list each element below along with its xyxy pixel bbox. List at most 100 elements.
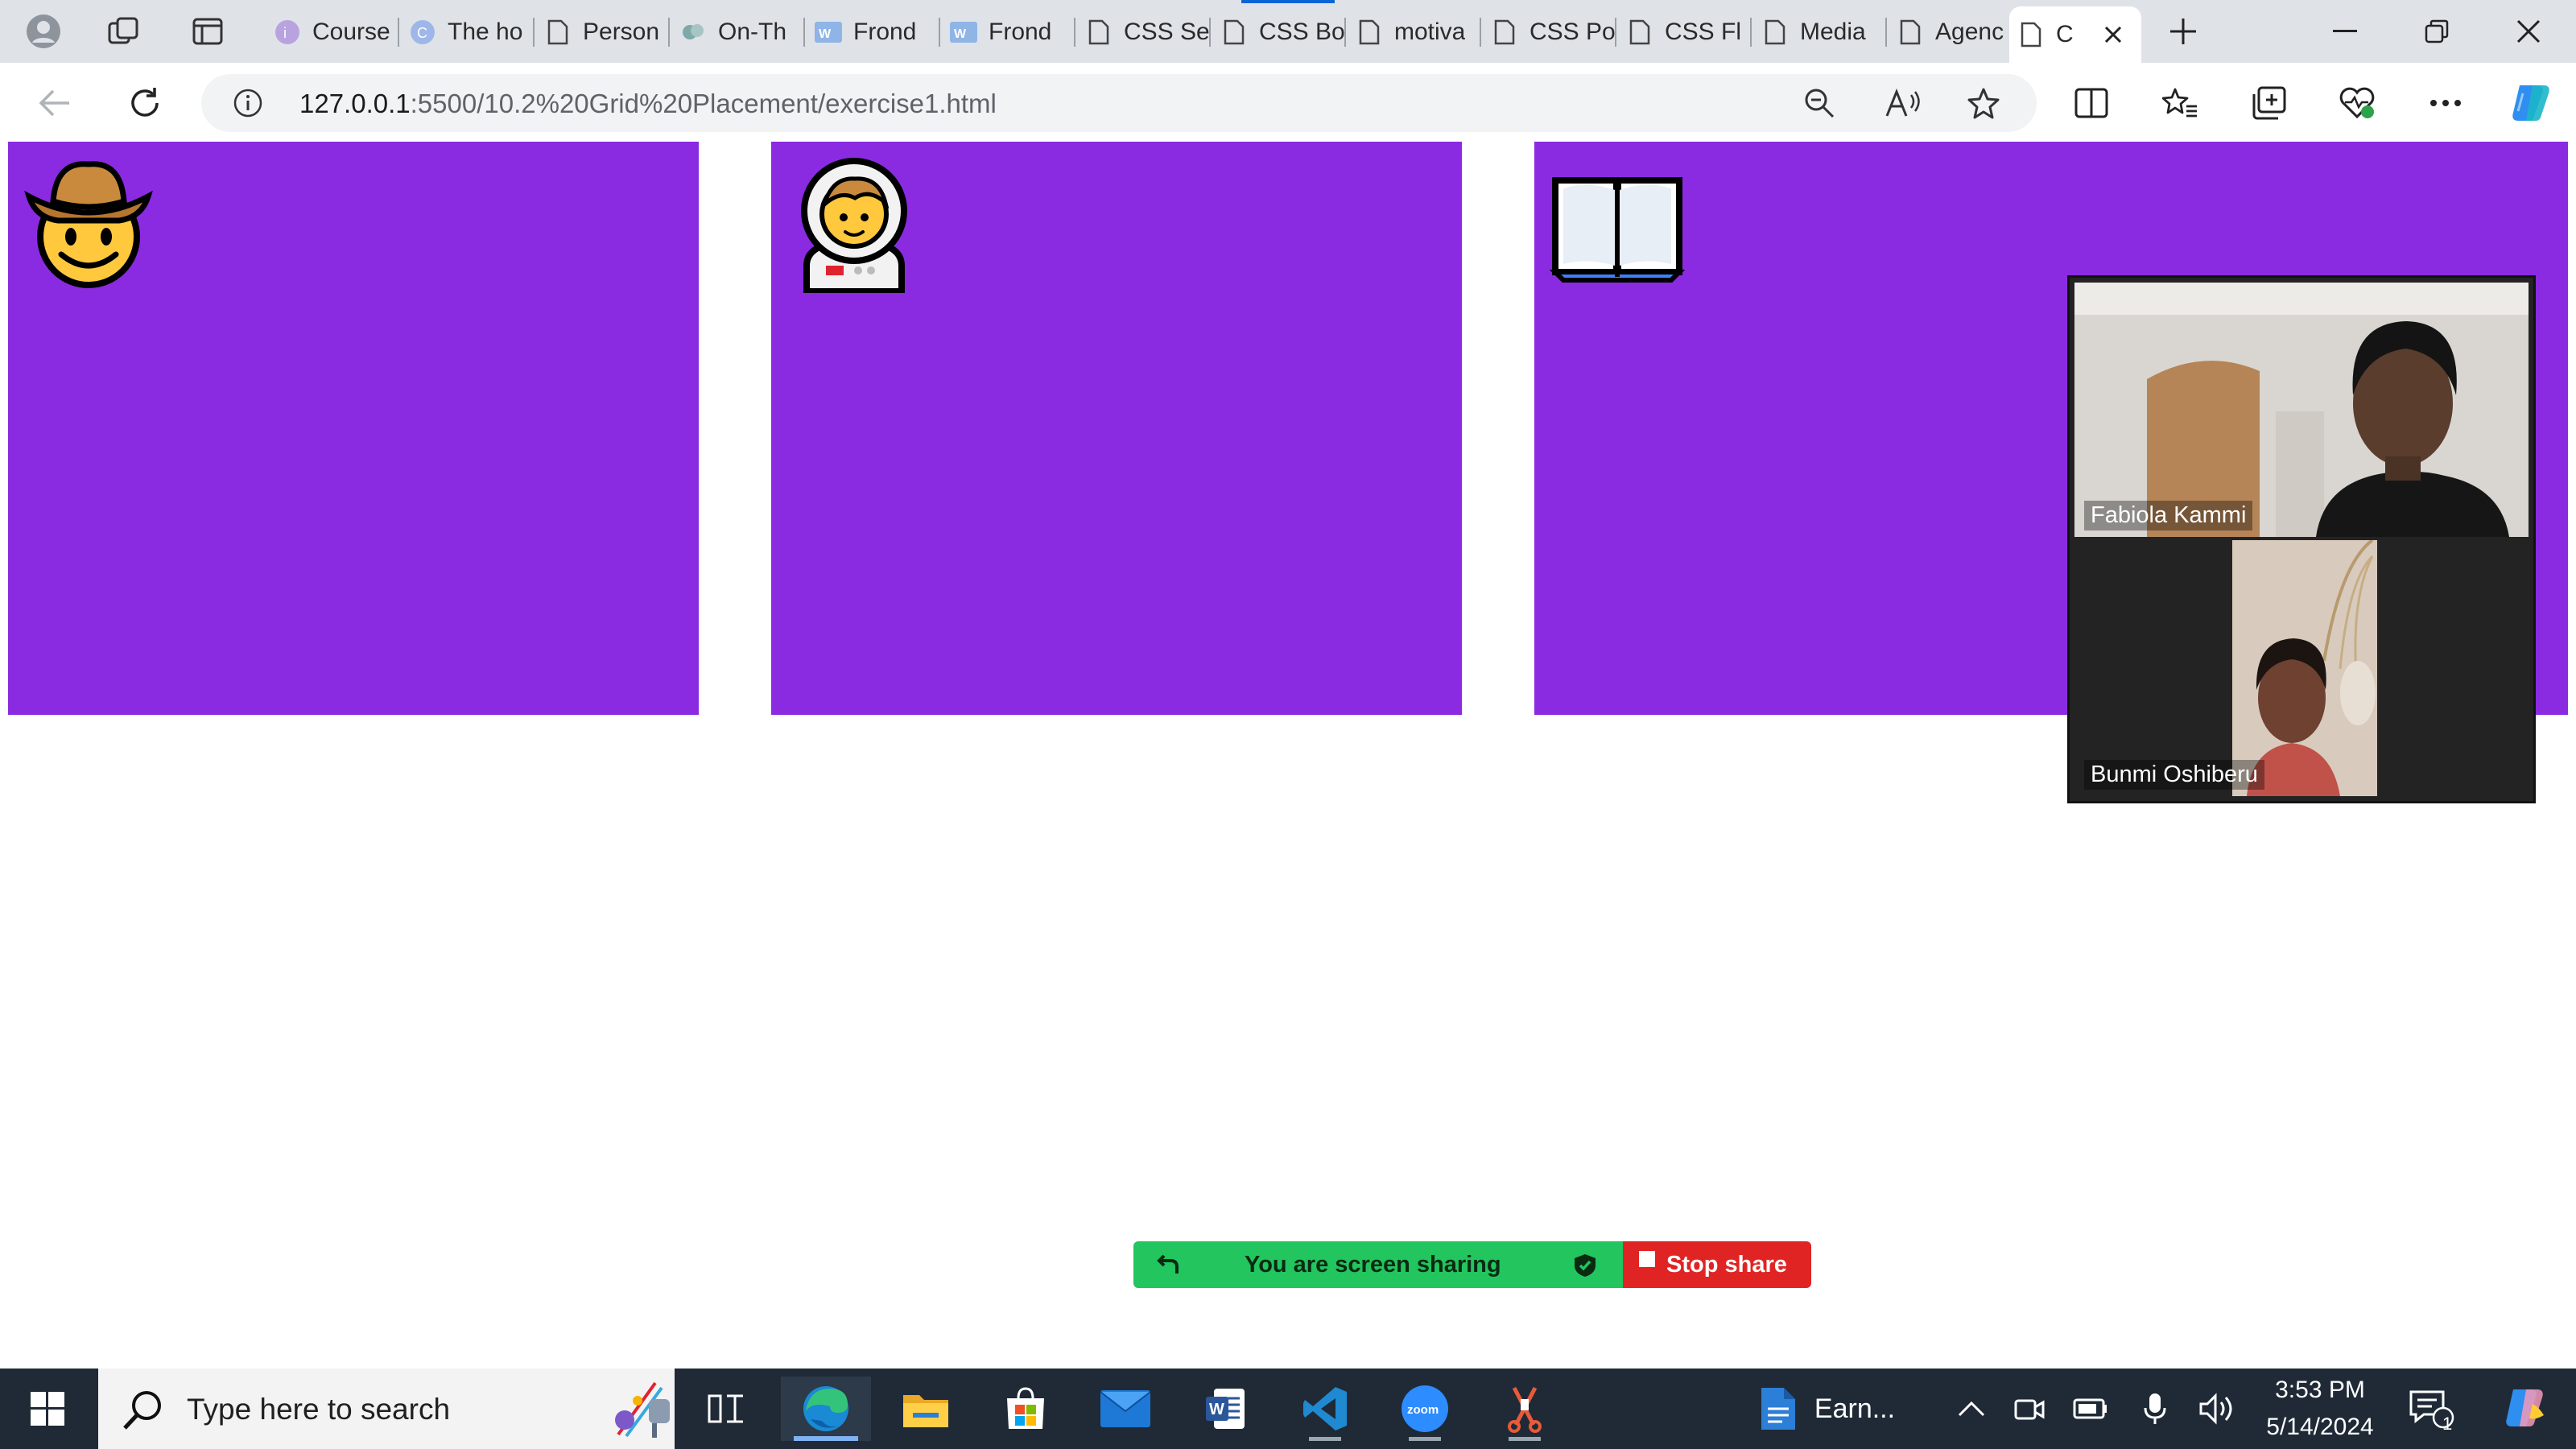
screen-share-bar[interactable]: You are screen sharing Stop share — [1133, 1241, 1811, 1288]
tab-label: On-Th — [718, 19, 787, 45]
tab-separator — [1480, 18, 1481, 47]
word-taskbar-icon[interactable]: W — [1180, 1377, 1270, 1441]
zoom-icon[interactable]: zoom — [1380, 1377, 1470, 1441]
tab-separator — [668, 18, 670, 47]
collections-icon[interactable] — [2246, 80, 2291, 126]
clock-date[interactable]: 5/14/2024 — [2254, 1414, 2386, 1441]
app-icon — [679, 19, 707, 46]
more-menu-icon[interactable] — [2423, 80, 2468, 126]
close-window-icon[interactable] — [2484, 8, 2573, 55]
vscode-icon[interactable] — [1280, 1377, 1370, 1441]
document-icon — [1761, 1388, 1795, 1430]
vertical-tabs-icon[interactable] — [184, 8, 232, 55]
svg-text:W: W — [819, 27, 832, 41]
task-view-icon[interactable] — [681, 1377, 771, 1441]
page-icon — [1085, 19, 1113, 46]
site-info-icon[interactable] — [233, 89, 262, 118]
zoom-out-icon[interactable] — [1802, 87, 1837, 119]
tab-css-fl[interactable]: CSS Fl — [1618, 6, 1752, 58]
file-explorer-icon[interactable] — [881, 1377, 971, 1441]
search-icon — [123, 1391, 161, 1430]
volume-icon[interactable] — [2188, 1377, 2248, 1441]
stop-share-button[interactable]: Stop share — [1623, 1241, 1811, 1288]
minimize-icon[interactable] — [2301, 8, 2389, 55]
taskbar-search[interactable]: Type here to search — [98, 1368, 675, 1449]
svg-text:W: W — [1209, 1401, 1224, 1418]
drag-handle-icon[interactable] — [1156, 1253, 1180, 1277]
tab-course[interactable]: i Course — [266, 6, 399, 58]
microphone-icon[interactable] — [2127, 1377, 2183, 1441]
clock-time[interactable]: 3:53 PM — [2254, 1377, 2386, 1404]
search-placeholder: Type here to search — [187, 1393, 451, 1426]
url-host: 127.0.0.1 — [299, 89, 411, 118]
stop-icon — [1639, 1251, 1655, 1267]
pinned-document[interactable]: Earn... — [1747, 1377, 1908, 1441]
participant-name: Fabiola Kammi — [2084, 501, 2253, 530]
word-icon: W — [815, 19, 842, 46]
coursera-icon: i — [274, 19, 301, 46]
url-text[interactable]: 127.0.0.1:5500/10.2%20Grid%20Placement/e… — [299, 89, 997, 119]
workspaces-icon[interactable] — [100, 8, 148, 55]
notifications-icon[interactable]: 1 — [2404, 1377, 2460, 1441]
tab-media[interactable]: Media — [1753, 6, 1887, 58]
close-tab-icon[interactable] — [2099, 21, 2127, 48]
camera-status-icon[interactable] — [2001, 1377, 2058, 1441]
navigation-bar: 127.0.0.1:5500/10.2%20Grid%20Placement/e… — [0, 63, 2576, 143]
split-screen-icon[interactable] — [2069, 80, 2114, 126]
participant-video-2 — [2074, 540, 2529, 796]
edge-taskbar-icon[interactable] — [781, 1377, 871, 1441]
favorite-star-icon[interactable] — [1966, 87, 2001, 119]
tab-frond-2[interactable]: W Frond — [942, 6, 1075, 58]
browser-essentials-icon[interactable] — [2334, 80, 2380, 126]
cowboy-face-icon — [24, 161, 153, 288]
profile-icon[interactable] — [19, 8, 68, 55]
tab-label: CSS Se — [1124, 19, 1210, 45]
tab-separator — [939, 18, 940, 47]
word-icon: W — [950, 19, 977, 46]
tab-label: CSS Po — [1530, 19, 1616, 45]
tab-active[interactable]: C — [2009, 6, 2141, 63]
tab-css-se[interactable]: CSS Se — [1077, 6, 1211, 58]
restore-icon[interactable] — [2392, 8, 2481, 55]
windows-start-icon[interactable] — [0, 1377, 95, 1441]
tab-the-ho[interactable]: C The ho — [401, 6, 535, 58]
video-panel[interactable]: Fabiola Kammi Bunmi Oshiberu — [2067, 275, 2536, 803]
mail-icon[interactable] — [1080, 1377, 1170, 1441]
video-tile-2[interactable]: Bunmi Oshiberu — [2074, 540, 2529, 796]
tab-frond-1[interactable]: W Frond — [807, 6, 940, 58]
tab-separator — [1885, 18, 1887, 47]
back-icon[interactable] — [29, 79, 80, 127]
new-tab-icon[interactable] — [2159, 8, 2207, 55]
tab-person[interactable]: Person — [536, 6, 670, 58]
show-hidden-icons[interactable] — [1943, 1377, 2000, 1441]
refresh-icon[interactable] — [119, 79, 171, 127]
tab-label: C — [2056, 21, 2074, 47]
microsoft-store-icon[interactable] — [980, 1377, 1071, 1441]
tab-css-po[interactable]: CSS Po — [1483, 6, 1616, 58]
page-icon — [1897, 19, 1924, 46]
tab-strip: i Course C The ho Person On-Th W Frond W… — [0, 0, 2576, 63]
tab-agenc[interactable]: Agenc — [1889, 6, 2008, 58]
tab-separator — [1750, 18, 1752, 47]
share-status-text: You are screen sharing — [1245, 1252, 1501, 1278]
tab-on-th[interactable]: On-Th — [671, 6, 805, 58]
copilot-icon[interactable] — [2508, 80, 2553, 126]
address-bar[interactable]: 127.0.0.1:5500/10.2%20Grid%20Placement/e… — [201, 74, 2037, 132]
page-icon — [1626, 19, 1653, 46]
tab-separator — [398, 18, 399, 47]
tab-separator — [1344, 18, 1346, 47]
participant-name: Bunmi Oshiberu — [2084, 760, 2264, 790]
tab-css-bo[interactable]: CSS Bo — [1212, 6, 1346, 58]
tab-label: CSS Bo — [1259, 19, 1345, 45]
taskbar: Type here to search W zoom Earn... 3:53 … — [0, 1368, 2576, 1449]
read-aloud-icon[interactable] — [1885, 87, 1921, 119]
snipping-tool-icon[interactable] — [1480, 1377, 1570, 1441]
battery-icon[interactable] — [2062, 1377, 2119, 1441]
share-status[interactable]: You are screen sharing — [1133, 1241, 1623, 1288]
open-book-icon — [1549, 177, 1686, 283]
favorites-icon[interactable] — [2157, 80, 2202, 126]
copilot-taskbar-icon[interactable] — [2484, 1377, 2565, 1441]
svg-text:i: i — [283, 25, 287, 41]
tab-motiva[interactable]: motiva — [1348, 6, 1481, 58]
video-tile-1[interactable]: Fabiola Kammi — [2074, 283, 2529, 537]
